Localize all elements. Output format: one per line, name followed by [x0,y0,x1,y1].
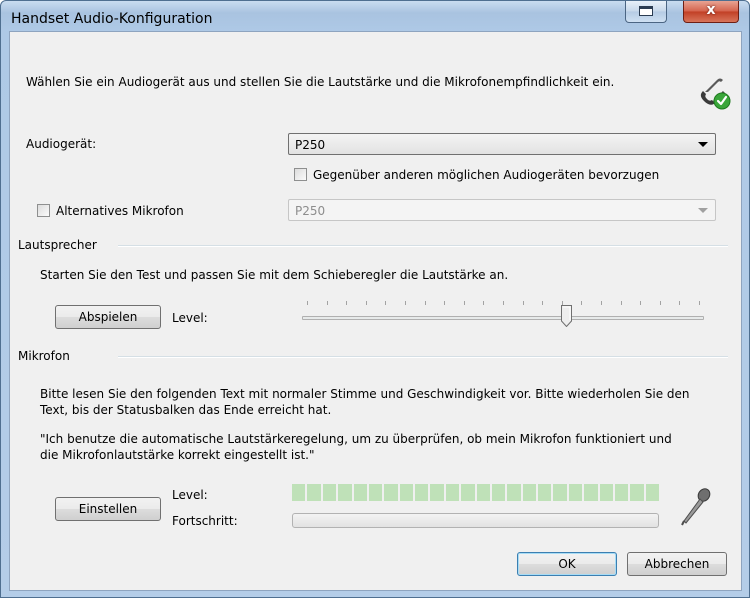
level-segment [507,484,521,501]
close-icon: x [706,2,716,18]
level-segment [415,484,429,501]
maximize-button[interactable] [625,1,667,23]
level-segment [476,484,490,501]
level-segment [399,484,413,501]
play-button[interactable]: Abspielen [55,305,161,329]
level-segment [599,484,613,501]
cancel-button[interactable]: Abbrechen [627,552,727,576]
mic-level-label: Level: [172,488,208,502]
close-button[interactable]: x [683,1,739,23]
chevron-down-icon [698,142,708,147]
mic-group-divider [118,356,728,358]
prefer-device-checkbox[interactable] [294,168,307,181]
slider-tick [523,301,524,305]
slider-tick [503,301,504,305]
level-segment [630,484,644,501]
ok-button[interactable]: OK [517,552,617,576]
level-segment [491,484,506,501]
alt-mic-checkbox[interactable] [37,204,50,217]
slider-tick [562,301,563,305]
mic-instruction-line2: Text, bis der Statusbalken das Ende erre… [40,403,332,417]
mic-level-meter [292,484,659,501]
prefer-device-label[interactable]: Gegenüber anderen möglichen Audiogeräten… [313,168,659,182]
slider-tick [307,301,308,305]
slider-tick [425,301,426,305]
slider-tick [327,301,328,305]
level-segment [368,484,383,501]
audio-device-select[interactable]: P250 [288,133,716,155]
progress-label: Fortschritt: [172,514,238,528]
slider-tick [581,301,582,305]
audio-device-value: P250 [295,138,326,152]
level-segment [338,484,352,501]
intro-text: Wählen Sie ein Audiogerät aus und stelle… [26,75,615,89]
chevron-down-icon [698,208,708,213]
slider-tick [483,301,484,305]
level-segment [584,484,598,501]
speaker-level-label: Level: [172,311,208,325]
title-bar[interactable]: Handset Audio-Konfiguration x [1,1,751,31]
alt-mic-value: P250 [295,204,326,218]
volume-slider-thumb[interactable] [561,305,572,327]
maximize-icon [639,6,653,16]
mic-group-title: Mikrofon [18,349,70,363]
speaker-group-divider [118,245,728,247]
level-segment [645,484,659,501]
level-segment [461,484,475,501]
volume-slider-track[interactable] [302,316,704,320]
level-segment [292,484,306,501]
slider-tick [405,301,406,305]
slider-tick [601,301,602,305]
mic-quote-line1: "Ich benutze die automatische Lautstärke… [40,432,672,446]
level-segment [553,484,567,501]
alt-mic-select[interactable]: P250 [288,199,716,221]
level-segment [522,484,536,501]
slider-tick [346,301,347,305]
level-segment [538,484,552,501]
level-segment [307,484,321,501]
level-segment [568,484,583,501]
speaker-group-title: Lautsprecher [18,238,97,252]
level-segment [353,484,367,501]
mic-progress-bar [292,513,659,528]
slider-tick [366,301,367,305]
window-title: Handset Audio-Konfiguration [11,11,213,27]
level-segment [430,484,444,501]
microphone-icon [681,488,711,526]
slider-tick [660,301,661,305]
handset-check-icon [700,78,731,110]
slider-tick [385,301,386,305]
slider-tick [542,301,543,305]
level-segment [614,484,629,501]
slider-tick [640,301,641,305]
speaker-instruction: Starten Sie den Test und passen Sie mit … [40,268,509,282]
level-segment [445,484,460,501]
slider-tick [464,301,465,305]
mic-instruction-line1: Bitte lesen Sie den folgenden Text mit n… [40,387,690,401]
slider-tick [621,301,622,305]
level-segment [322,484,337,501]
slider-tick [699,301,700,305]
mic-quote-line2: die Mikrofonlautstärke korrekt eingestel… [40,448,315,462]
audio-device-label: Audiogerät: [26,137,97,151]
alt-mic-label[interactable]: Alternatives Mikrofon [56,204,184,218]
slider-tick [679,301,680,305]
level-segment [384,484,398,501]
adjust-button[interactable]: Einstellen [55,497,161,521]
slider-tick [444,301,445,305]
